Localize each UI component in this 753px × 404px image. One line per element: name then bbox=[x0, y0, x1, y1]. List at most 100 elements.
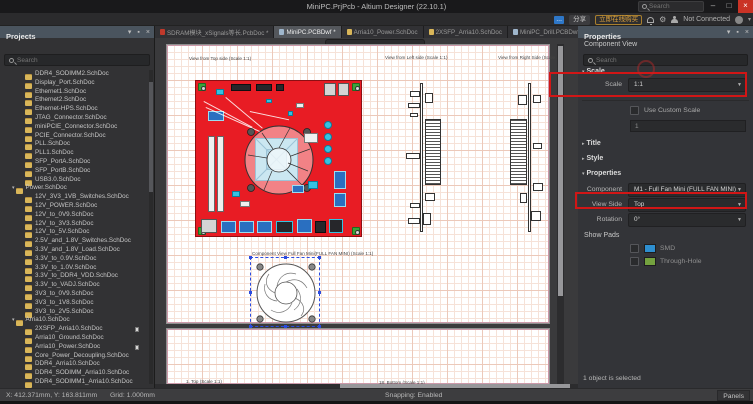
use-custom-scale-checkbox[interactable] bbox=[630, 106, 639, 115]
canvas-vertical-scrollbar-thumb[interactable] bbox=[558, 46, 563, 296]
close-button[interactable]: × bbox=[738, 0, 753, 13]
tree-item[interactable]: ▾12V_3V3_1VB_Switches.SchDoc bbox=[0, 193, 149, 202]
panel-pin-icon[interactable]: ▪ bbox=[736, 29, 738, 36]
tree-item[interactable]: ▾Ethernet1.SchDoc bbox=[0, 88, 149, 97]
smd-checkbox[interactable] bbox=[630, 244, 639, 253]
avatar-dropdown-icon[interactable]: ▾ bbox=[748, 16, 751, 23]
through-hole-checkbox[interactable] bbox=[630, 257, 639, 266]
tree-item[interactable]: ▾USB3.0.SchDoc bbox=[0, 176, 149, 185]
pcb-left-side-view[interactable] bbox=[404, 83, 446, 232]
draftsman-sheet-1[interactable]: View from Top side (Scale 1:1) bbox=[166, 44, 550, 324]
tree-item[interactable]: ▾Core_Power_Decoupling.SchDoc bbox=[0, 352, 149, 361]
smd-color-swatch[interactable] bbox=[644, 244, 656, 253]
panel-close-icon[interactable]: × bbox=[146, 29, 150, 36]
open-document-badge bbox=[135, 327, 139, 332]
scale-dropdown[interactable]: 1:1▼ bbox=[628, 78, 746, 92]
canvas-vertical-scrollbar[interactable] bbox=[557, 44, 564, 384]
projects-search-input[interactable] bbox=[17, 57, 117, 64]
share-button[interactable]: 分享 bbox=[569, 15, 590, 25]
tree-item[interactable]: ▾12V_to_5V.SchDoc bbox=[0, 228, 149, 237]
tree-item[interactable]: ▾2XSFP_Arria10.SchDoc bbox=[0, 325, 149, 334]
preferences-gear-icon[interactable]: ⚙ bbox=[659, 13, 666, 26]
tree-item[interactable]: ▾Ethernet2.SchDoc bbox=[0, 96, 149, 105]
tree-item[interactable]: ▾miniPCIE_Connector.SchDoc bbox=[0, 123, 149, 132]
tree-item[interactable]: ▾2.5V_and_1.8V_Switches.SchDoc bbox=[0, 237, 149, 246]
tree-item[interactable]: ▾PLL.SchDoc bbox=[0, 140, 149, 149]
tree-item[interactable]: ▾3.3V_to_0.9V.SchDoc bbox=[0, 255, 149, 264]
tree-item[interactable]: ▾DDR4_SODIMM_Arria10.SchDoc bbox=[0, 369, 149, 378]
user-icon[interactable] bbox=[671, 16, 678, 23]
minimize-button[interactable]: – bbox=[706, 0, 720, 13]
tree-item[interactable]: ▾SFP_PortB.SchDoc bbox=[0, 167, 149, 176]
document-icon bbox=[513, 29, 518, 35]
tree-item[interactable]: ▾3V3_to_2V5.SchDoc bbox=[0, 308, 149, 317]
document-icon bbox=[429, 29, 434, 35]
properties-subtitle: Component View bbox=[584, 41, 637, 48]
panel-menu-icon[interactable]: ▾ bbox=[727, 28, 731, 36]
projects-search[interactable] bbox=[4, 54, 150, 66]
tree-scrollbar-thumb[interactable] bbox=[149, 82, 153, 192]
tree-item[interactable]: ▾Arria10_Ground.SchDoc bbox=[0, 334, 149, 343]
tree-item[interactable]: ▾PCIE_Connector.SchDoc bbox=[0, 132, 149, 141]
right-view-label: View from Right Side (Scale 1:1) bbox=[498, 55, 564, 60]
tree-item[interactable]: ▾Ethernet-HPS.SchDoc bbox=[0, 105, 149, 114]
comment-icon[interactable]: … bbox=[554, 16, 564, 24]
properties-section-header[interactable]: ▾Properties bbox=[582, 170, 621, 177]
pcb-right-side-view[interactable] bbox=[500, 83, 548, 232]
rotation-dropdown[interactable]: 0°▼ bbox=[628, 213, 746, 227]
tree-item[interactable]: ▾JTAG_Connector.SchDoc bbox=[0, 114, 149, 123]
tree-item[interactable]: ▾DDR4_Arria10.SchDoc bbox=[0, 360, 149, 369]
tab-2xsfp-arria10-schdoc[interactable]: 2XSFP_Arria10.SchDoc bbox=[424, 26, 508, 38]
tree-item[interactable]: ▾3V3_to_0V9.SchDoc bbox=[0, 290, 149, 299]
panel-menu-icon[interactable]: ▾ bbox=[128, 28, 132, 36]
properties-search-input[interactable] bbox=[596, 57, 696, 64]
fan-component-view[interactable] bbox=[250, 257, 320, 327]
tree-item[interactable]: ▾3.3V_to_VADJ.SchDoc bbox=[0, 281, 149, 290]
tree-item[interactable]: ▾3.3V_and_1.8V_Load.SchDoc bbox=[0, 246, 149, 255]
panel-pin-icon[interactable]: ▪ bbox=[137, 29, 139, 36]
maximize-button[interactable]: □ bbox=[722, 0, 736, 13]
tree-item[interactable]: ▾12V_to_0V9.SchDoc bbox=[0, 211, 149, 220]
tree-item[interactable]: ▾PLL1.SchDoc bbox=[0, 149, 149, 158]
panels-button[interactable]: Panels bbox=[717, 390, 750, 401]
global-search[interactable] bbox=[638, 1, 704, 12]
through-hole-label: Through-Hole bbox=[660, 258, 702, 265]
tree-item[interactable]: ▾12V_to_3V3.SchDoc bbox=[0, 220, 149, 229]
tree-item[interactable]: ▾12V_POWER.SchDoc bbox=[0, 202, 149, 211]
tree-item[interactable]: ▾3.3V_to_1.0V.SchDoc bbox=[0, 264, 149, 273]
tab-minipc-pcbdwf[interactable]: MiniPC.PCBDwf * bbox=[274, 26, 341, 38]
pcb-top-view[interactable] bbox=[195, 80, 362, 237]
tree-item[interactable]: ▾Power.SchDoc bbox=[0, 184, 149, 193]
title-bar: MiniPC.PrjPcb - Altium Designer (22.10.1… bbox=[0, 0, 753, 13]
tree-scrollbar[interactable] bbox=[149, 70, 153, 384]
tree-item[interactable]: ▾Arria10_Power.SchDoc bbox=[0, 343, 149, 352]
view-side-dropdown[interactable]: Top▼ bbox=[628, 198, 746, 212]
panel-close-icon[interactable]: × bbox=[745, 29, 749, 36]
tree-item[interactable]: ▾3.3V_to_DDR4_VDD.SchDoc bbox=[0, 272, 149, 281]
custom-scale-input[interactable] bbox=[630, 120, 746, 132]
through-hole-color-swatch[interactable] bbox=[644, 257, 656, 266]
connection-status[interactable]: Not Connected bbox=[683, 16, 730, 23]
properties-search[interactable] bbox=[583, 54, 748, 66]
component-dropdown[interactable]: M1 - Full Fan Mini (FULL FAN MINI)▼ bbox=[628, 183, 746, 197]
notifications-bell-icon[interactable] bbox=[647, 17, 654, 23]
tree-item[interactable]: ▾Arria10.SchDoc bbox=[0, 316, 149, 325]
global-search-input[interactable] bbox=[649, 3, 699, 10]
buy-online-button[interactable]: 立即在线购买 bbox=[595, 15, 642, 25]
tree-item[interactable]: ▾SFP_PortA.SchDoc bbox=[0, 158, 149, 167]
title-section-header[interactable]: ▸Title bbox=[582, 140, 601, 147]
draftsman-sheet-2[interactable]: 1. Top (Scale 1:1) 18. Bottom (Scale 1:1… bbox=[166, 328, 550, 385]
tree-item[interactable]: ▾DDR4_SODIMM2.SchDoc bbox=[0, 70, 149, 79]
tab-sdram-pcbdoc[interactable]: SDRAM模块_xSignals等长.PcbDoc * bbox=[155, 26, 274, 38]
tree-item[interactable]: ▾3V3_to_1V8.SchDoc bbox=[0, 299, 149, 308]
style-section-header[interactable]: ▸Style bbox=[582, 155, 603, 162]
avatar[interactable] bbox=[735, 16, 743, 24]
tab-arria10-power-schdoc[interactable]: Arria10_Power.SchDoc bbox=[342, 26, 424, 38]
menu-bar: … 分享 立即在线购买 ⚙ Not Connected ▾ bbox=[0, 13, 753, 26]
scale-section-header[interactable]: ▾Scale bbox=[582, 68, 605, 75]
tab-minipc-drill-pcbdwf[interactable]: MiniPC_Drill.PCBDwf bbox=[508, 26, 578, 38]
tree-item[interactable]: ▾Display_Port.SchDoc bbox=[0, 79, 149, 88]
view-side-label: View Side bbox=[578, 201, 622, 208]
document-canvas[interactable]: SDRAM模块_xSignals等长.PcbDoc * MiniPC.PCBDw… bbox=[155, 26, 578, 388]
tree-item[interactable]: ▾DDR4_SODIMM1_Arria10.SchDoc bbox=[0, 378, 149, 387]
